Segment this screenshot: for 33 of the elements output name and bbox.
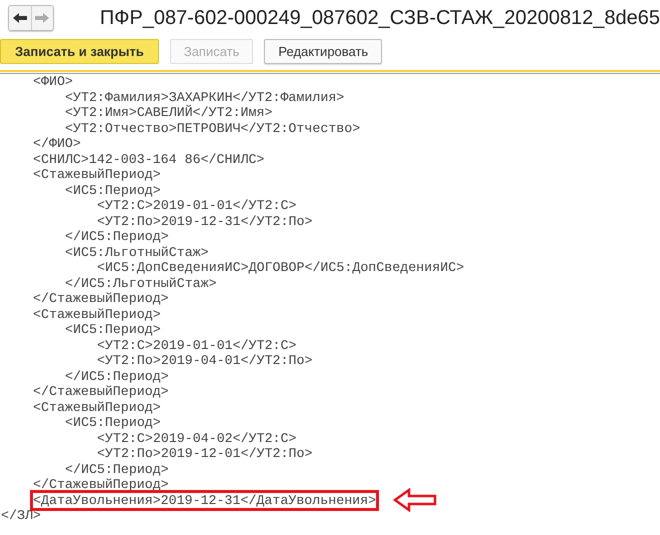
window-title: ПФР_087-602-000249_087602_СЗВ-СТАЖ_20200812_8de65	[100, 6, 660, 30]
code-line: <УТ2:С>2019-04-02</УТ2:С>	[96, 430, 298, 447]
right-arrow-icon	[34, 12, 50, 24]
left-arrow-drawing	[393, 488, 438, 512]
code-line: <СтажевыйПериод>	[32, 166, 162, 184]
code-line: <СНИЛС>142-003-164 86</СНИЛС>	[32, 150, 266, 168]
code-line: </СтажевыйПериод>	[32, 290, 170, 308]
code-line: </ИС5:ЛьготныйСтаж>	[64, 274, 218, 292]
code-line: <ИС5:ЛьготныйСтаж>	[64, 244, 210, 261]
code-line: <ИС5:Период>	[64, 414, 162, 432]
code-line: </СтажевыйПериод>	[32, 383, 170, 402]
code-line: </ИС5:Период>	[64, 368, 170, 385]
code-line: <ИС5:ДопСведенияИС>ДОГОВОР</ИС5:ДопСведенияИС>	[96, 259, 466, 277]
code-line: <ФИО>	[32, 73, 74, 91]
code-line: <СтажевыйПериод>	[32, 398, 162, 417]
code-line: <СтажевыйПериод>	[32, 306, 162, 324]
code-line: <УТ2:Фамилия>ЗАХАРКИН</УТ2:Фамилия>	[64, 88, 346, 105]
code-line: <УТ2:По>2019-12-01</УТ2:По>	[96, 445, 314, 463]
back-button[interactable]	[9, 6, 31, 30]
code-line: </ИС5:Период>	[64, 460, 170, 478]
code-line: <УТ2:По>2019-12-31</УТ2:По>	[96, 212, 314, 230]
code-line: <ИС5:Период>	[64, 182, 162, 199]
code-line: <УТ2:С>2019-01-01</УТ2:С>	[96, 197, 298, 215]
code-line: <УТ2:Отчество>ПЕТРОВИЧ</УТ2:Отчество>	[64, 120, 362, 137]
toolbar-button[interactable]: Редактировать	[264, 38, 382, 64]
code-line: </ИС5:Период>	[64, 228, 170, 246]
code-line: <ИС5:Период>	[64, 321, 162, 339]
left-arrow-icon	[12, 12, 28, 24]
code-line: <УТ2:По>2019-04-01</УТ2:По>	[96, 352, 314, 370]
code-line: <УТ2:Имя>САВЕЛИЙ</УТ2:Имя>	[64, 104, 274, 122]
save-and-close-button[interactable]: Записать и закрыть	[0, 38, 159, 64]
code-line: <УТ2:С>2019-01-01</УТ2:С>	[96, 336, 298, 354]
code-line: </ФИО>	[32, 135, 82, 154]
